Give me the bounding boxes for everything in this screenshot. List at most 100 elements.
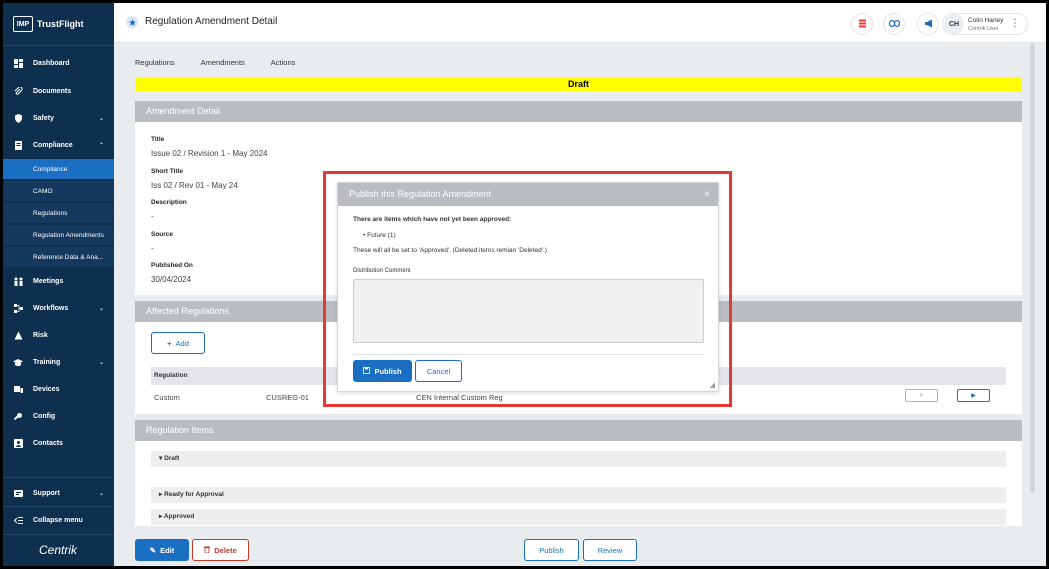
avatar: CH bbox=[944, 14, 964, 34]
regulation-type-cell: Custom bbox=[154, 393, 180, 402]
sidebar-item-meetings[interactable]: Meetings bbox=[3, 271, 114, 291]
group-label: Approved bbox=[163, 513, 195, 520]
sidebar-subitem-compliance[interactable]: Compliance bbox=[3, 159, 114, 179]
sidebar-item-label: Meetings bbox=[33, 277, 64, 285]
sidebar-item-label: Training bbox=[33, 358, 61, 366]
sidebar-item-dashboard[interactable]: Dashboard bbox=[3, 53, 114, 73]
publish-dialog: Publish this Regulation Amendment × Ther… bbox=[337, 182, 719, 392]
sidebar-item-risk[interactable]: Risk bbox=[3, 325, 114, 345]
sidebar-item-documents[interactable]: Documents bbox=[3, 81, 114, 101]
sidebar-item-config[interactable]: Config bbox=[3, 406, 114, 426]
brand-name: TrustFlight bbox=[37, 19, 84, 29]
dialog-cancel-button[interactable]: Cancel bbox=[415, 360, 462, 382]
chevron-up-icon: ⌃ bbox=[98, 142, 104, 149]
sidebar-item-label: Devices bbox=[33, 385, 60, 393]
brand[interactable]: IMP TrustFlight bbox=[13, 13, 84, 35]
group-label: Draft bbox=[164, 455, 180, 462]
brand-logo: IMP bbox=[13, 16, 33, 32]
chevron-down-icon: ⌄ bbox=[98, 490, 104, 497]
devices-icon bbox=[13, 384, 23, 394]
close-icon[interactable]: × bbox=[704, 183, 710, 206]
sidebar-item-label: Compliance bbox=[33, 141, 73, 149]
distribution-comment-input[interactable] bbox=[353, 279, 704, 343]
sidebar-item-safety[interactable]: Safety ⌄ bbox=[3, 108, 114, 128]
field-value-published-on: 30/04/2024 bbox=[151, 275, 192, 284]
field-value-short-title: Iss 02 / Rev 01 - May 24 bbox=[151, 181, 238, 190]
scrollbar[interactable] bbox=[1030, 43, 1035, 493]
sidebar-item-label: Risk bbox=[33, 331, 48, 339]
sidebar-item-workflows[interactable]: Workflows ⌄ bbox=[3, 298, 114, 318]
user-menu[interactable]: CH Colin Harley Centrik User ⋮ bbox=[942, 13, 1028, 35]
field-value-source: - bbox=[151, 244, 154, 253]
app-window: IMP TrustFlight Dashboard Documents Safe… bbox=[0, 0, 1049, 569]
sidebar-subitem-camo[interactable]: CAMO bbox=[3, 181, 114, 201]
field-value-description: - bbox=[151, 212, 154, 221]
play-icon: ▶ bbox=[971, 393, 976, 399]
shield-icon bbox=[13, 113, 23, 123]
regulation-icon bbox=[126, 16, 138, 28]
sidebar-subitem-reference-data[interactable]: Reference Data & Ana... bbox=[3, 247, 114, 267]
sidebar-item-label: Workflows bbox=[33, 304, 69, 312]
tab-actions[interactable]: Actions bbox=[271, 58, 296, 67]
status-banner: Draft bbox=[135, 77, 1022, 91]
sidebar-item-label: Contacts bbox=[33, 439, 63, 447]
delete-label: Delete bbox=[214, 545, 237, 555]
collapse-menu-button[interactable]: Collapse menu bbox=[3, 510, 114, 530]
sidebar-item-label: Dashboard bbox=[33, 59, 70, 67]
sidebar-divider bbox=[3, 506, 114, 507]
stack-button[interactable] bbox=[851, 13, 873, 35]
top-bar: Regulation Amendment Detail CH Colin Har… bbox=[114, 3, 1046, 43]
plus-icon: + bbox=[167, 338, 172, 348]
paperclip-icon bbox=[13, 86, 23, 96]
sidebar-divider bbox=[3, 534, 114, 535]
regulation-code-cell: CUSREG-01 bbox=[266, 393, 309, 402]
panel-heading: Regulation Items bbox=[135, 420, 1022, 441]
sidebar-item-contacts[interactable]: Contacts bbox=[3, 433, 114, 453]
tab-bar: Regulations Amendments Actions bbox=[135, 58, 295, 67]
chevron-down-icon: ⌄ bbox=[98, 305, 104, 312]
megaphone-icon bbox=[924, 19, 933, 30]
remove-regulation-button[interactable]: ✕ bbox=[905, 389, 938, 402]
delete-button[interactable]: Delete bbox=[192, 539, 249, 561]
sidebar-item-devices[interactable]: Devices bbox=[3, 379, 114, 399]
dashboard-icon bbox=[13, 58, 23, 68]
review-button[interactable]: Review bbox=[583, 539, 637, 561]
field-label: Title bbox=[151, 136, 165, 143]
compliance-icon bbox=[13, 140, 23, 150]
group-ready-for-approval[interactable]: ▸ Ready for Approval bbox=[151, 487, 1006, 503]
kebab-menu-icon[interactable]: ⋮ bbox=[1010, 18, 1020, 29]
support-icon bbox=[13, 488, 23, 498]
group-draft[interactable]: ▾ Draft bbox=[151, 451, 1006, 467]
sidebar-item-label: Support bbox=[33, 489, 60, 497]
add-regulation-button[interactable]: + Add bbox=[151, 332, 205, 354]
edit-label: Edit bbox=[160, 545, 175, 555]
sidebar-subitem-regulation-amendments[interactable]: Regulation Amendments bbox=[3, 225, 114, 245]
approval-note: These will all be set to 'Approved'. (De… bbox=[353, 247, 547, 254]
announcements-button[interactable] bbox=[917, 13, 939, 35]
list-item-text: Future (1) bbox=[367, 232, 396, 239]
graduation-cap-icon bbox=[13, 357, 23, 367]
group-approved[interactable]: ▸ Approved bbox=[151, 509, 1006, 525]
sidebar-item-support[interactable]: Support ⌄ bbox=[3, 483, 114, 503]
chevron-down-icon: ⌄ bbox=[98, 359, 104, 366]
resize-handle-icon[interactable]: ◢ bbox=[710, 381, 715, 389]
sidebar-item-label: Documents bbox=[33, 87, 72, 95]
sidebar-subitem-regulations[interactable]: Regulations bbox=[3, 203, 114, 223]
field-label: Description bbox=[151, 199, 187, 206]
open-regulation-button[interactable]: ▶ bbox=[957, 389, 990, 402]
dialog-divider bbox=[353, 354, 704, 355]
tab-regulations[interactable]: Regulations bbox=[135, 58, 175, 67]
sidebar-item-label: Collapse menu bbox=[33, 516, 83, 524]
field-label: Short Title bbox=[151, 168, 184, 175]
publish-button[interactable]: Publish bbox=[524, 539, 579, 561]
tab-amendments[interactable]: Amendments bbox=[201, 58, 245, 67]
user-name: Colin Harley bbox=[968, 17, 1004, 24]
sidebar-item-training[interactable]: Training ⌄ bbox=[3, 352, 114, 372]
regulation-items-panel: Regulation Items ▾ Draft ▸ Ready for App… bbox=[135, 420, 1022, 526]
panel-heading: Amendment Detail bbox=[135, 101, 1022, 122]
link-button[interactable] bbox=[883, 13, 905, 35]
dialog-publish-button[interactable]: Publish bbox=[353, 360, 412, 382]
link-icon bbox=[888, 19, 900, 29]
sidebar-item-compliance[interactable]: Compliance ⌃ bbox=[3, 135, 114, 155]
edit-button[interactable]: ✎ Edit bbox=[135, 539, 189, 561]
